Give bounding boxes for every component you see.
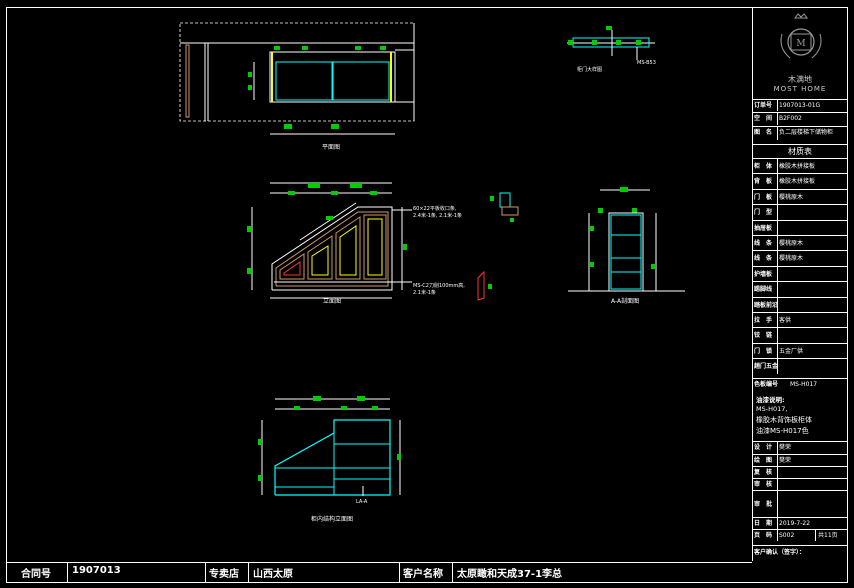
color-label: 色板编号 (754, 381, 779, 388)
approver-label: 审 核 (754, 481, 773, 488)
client-confirm-row: 客户确认（签字）： (752, 545, 848, 559)
checker-row: 复 核 (752, 466, 848, 478)
material-label: 铰 链 (754, 332, 773, 340)
cad-drawing: 平面图 MS-B53 柜门大样图 60×22平板收口条, 2.4米-1条, 2.… (179, 13, 822, 523)
order-row: 订单号 1907013-01G (752, 99, 848, 111)
date-row: 日 期 2019-7-22 (752, 517, 848, 529)
door-code: MS-B53 (637, 60, 656, 66)
order-label: 订单号 (754, 102, 773, 109)
material-label: 踢脚线 (754, 286, 773, 294)
elevation-label: 立面图 (323, 297, 341, 305)
logo-english: MOST HOME (773, 85, 827, 93)
client-value: 太原瞰和天成37-1李总 (457, 569, 563, 580)
material-label: 护墙板 (754, 270, 773, 278)
drawing-name-value: 负二层楼梯下储物柜 (779, 129, 834, 136)
paint-note-3: 油漆MS-H017色 (756, 427, 809, 435)
client-confirm-label: 客户确认（签字）： (754, 549, 806, 556)
elevation-view: 60×22平板收口条, 2.4米-1条, 2.1米-1条 MS-C2刀削100m… (247, 182, 519, 305)
space-label: 空 间 (754, 115, 773, 122)
material-label: 背 板 (754, 178, 773, 186)
space-value: B2F002 (779, 115, 802, 122)
plan-view: 平面图 (179, 22, 415, 151)
approver-row: 审 核 (752, 478, 848, 490)
note-bottom-line2: 2.1米-1条 (413, 289, 436, 296)
material-row: 门 板樱桃原木 (752, 188, 848, 205)
drafter-value: 樊荣 (779, 457, 792, 464)
checker-label: 复 核 (754, 469, 773, 476)
section-aa-label: A-A剖面图 (611, 297, 639, 305)
material-row: 踢脚线 (752, 281, 848, 297)
material-row: 门 型 (752, 204, 848, 220)
material-row: 线 条樱桃原木 (752, 235, 848, 251)
date-value: 2019-7-22 (779, 520, 811, 527)
page-row: 页 码 S002 共11页 (752, 529, 848, 541)
material-label: 线 条 (754, 255, 773, 263)
material-row: 护墙板 (752, 265, 848, 282)
material-row: 门 锁五金厂供 (752, 342, 848, 359)
note-bottom-line1: MS-C2刀削100mm高, (413, 282, 465, 289)
material-value: 樱桃原木 (779, 255, 804, 263)
material-label: 线 条 (754, 240, 773, 247)
material-label: 柜 体 (754, 163, 773, 170)
contract-value: 1907013 (72, 565, 121, 576)
drawing-name-row: 图 名 负二层楼梯下储物柜 (752, 126, 848, 140)
material-label: 门 锁 (754, 347, 773, 355)
material-row: 线 条樱桃原木 (752, 250, 848, 266)
page-value: S002 (779, 532, 795, 539)
materials-title: 材质表 (752, 144, 848, 158)
material-label: 趟门五金 (754, 363, 779, 371)
total-pages: 共11页 (815, 530, 838, 541)
order-value: 1907013-01G (779, 102, 821, 109)
material-row: 背 板橡胶木拼接板 (752, 173, 848, 189)
color-value: MS-H017 (790, 381, 818, 388)
designer-label: 设 计 (754, 444, 773, 451)
inner-structure-view: LA-A 柜内结构立面图 (258, 396, 401, 523)
logo-chinese: 木满地 (788, 75, 812, 84)
section-marker: LA-A (356, 499, 368, 505)
material-value: 客供 (779, 317, 792, 324)
material-label: 门 板 (754, 193, 773, 201)
review-row: 审 批 (752, 490, 848, 517)
store-label: 专卖店 (209, 569, 239, 580)
store-value: 山西太原 (253, 569, 293, 580)
material-row: 柜 体橡胶木拼接板 (752, 158, 848, 174)
paint-note-1: MS-H017, (756, 405, 788, 413)
date-label: 日 期 (754, 520, 773, 527)
material-value: 樱桃原木 (779, 240, 804, 247)
material-row: 抽屉板 (752, 219, 848, 235)
section-aa-view: A-A剖面图 (568, 187, 685, 305)
plan-view-label: 平面图 (322, 144, 340, 151)
paint-note-title: 油漆说明: (756, 396, 785, 404)
note-top-line2: 2.4米-1条, 2.1米-1条 (413, 212, 462, 219)
designer-value: 樊荣 (779, 444, 792, 451)
material-row: 踏板前沿 (752, 296, 848, 312)
material-value: 橡胶木拼接板 (779, 163, 816, 170)
door-sample-label: 柜门大样图 (577, 66, 602, 73)
material-label: 踏板前沿 (754, 301, 779, 309)
space-row: 空 间 B2F002 (752, 112, 848, 125)
material-value: 五金厂供 (779, 347, 804, 355)
material-row: 拉 手客供 (752, 312, 848, 328)
material-label: 门 型 (754, 209, 773, 217)
drawing-name-label: 图 名 (754, 129, 773, 136)
door-sample-view: MS-B53 柜门大样图 (567, 26, 656, 73)
client-label: 客户名称 (403, 569, 443, 580)
color-row: 色板编号 MS-H017 (752, 378, 848, 390)
material-label: 抽屉板 (754, 224, 773, 232)
material-value: 樱桃原木 (779, 193, 804, 201)
drafter-label: 绘 图 (754, 457, 773, 464)
contract-label: 合同号 (21, 569, 51, 580)
material-value: 橡胶木拼接板 (779, 178, 816, 186)
material-row: 铰 链 (752, 327, 848, 343)
drafter-row: 绘 图 樊荣 (752, 454, 848, 466)
note-top-line1: 60×22平板收口条, (413, 205, 457, 212)
inner-structure-label: 柜内结构立面图 (311, 515, 353, 523)
review-label: 审 批 (754, 501, 773, 508)
paint-note-2: 橡胶木背饰板柜体 (756, 416, 812, 424)
material-row: 趟门五金 (752, 358, 848, 374)
designer-row: 设 计 樊荣 (752, 441, 848, 454)
material-label: 拉 手 (754, 317, 773, 324)
page-label: 页 码 (754, 532, 773, 539)
